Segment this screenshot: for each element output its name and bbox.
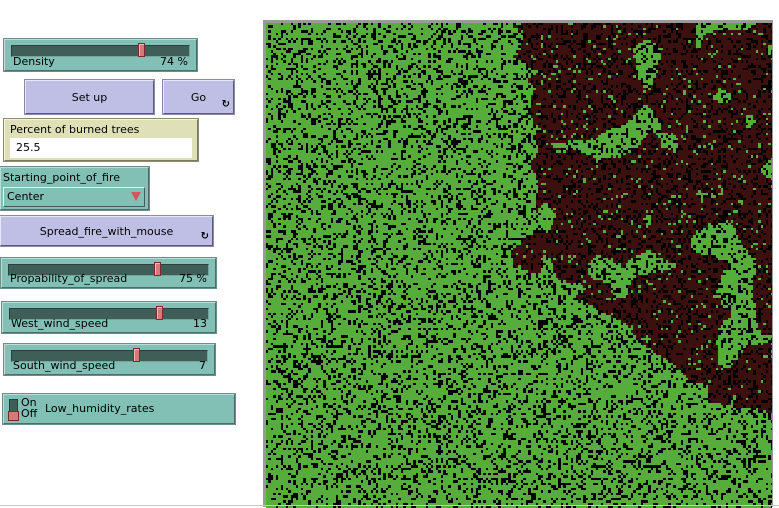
density-label: Density <box>13 55 55 68</box>
switch-label: Low_humidity_rates <box>45 402 155 415</box>
west-wind-label: West_wind_speed <box>11 317 109 330</box>
setup-button[interactable]: Set up <box>24 79 155 115</box>
world-canvas[interactable] <box>266 23 772 508</box>
south-wind-slider-thumb[interactable] <box>132 348 140 362</box>
density-slider[interactable]: Density 74 % <box>3 38 198 72</box>
go-button[interactable]: Go ↻ <box>162 79 235 115</box>
west-wind-value: 13 <box>193 317 207 330</box>
west-wind-speed-slider[interactable]: West_wind_speed 13 <box>1 301 217 334</box>
chooser-selected-value: Center <box>7 190 45 203</box>
south-wind-speed-slider[interactable]: South_wind_speed 7 <box>3 343 216 376</box>
density-value: 74 % <box>160 55 188 68</box>
monitor-label: Percent of burned trees <box>10 123 140 136</box>
switch-knob[interactable] <box>8 411 19 421</box>
west-wind-slider-thumb[interactable] <box>155 306 163 320</box>
propability-slider-thumb[interactable] <box>153 262 161 276</box>
chooser-label: Starting_point_of_fire <box>3 171 121 184</box>
go-button-label: Go <box>190 90 207 104</box>
propability-of-spread-slider[interactable]: Propability_of_spread 75 % <box>0 257 217 289</box>
south-wind-label: South_wind_speed <box>13 359 116 372</box>
spread-button-label: Spread_fire_with_mouse <box>39 224 174 238</box>
burned-trees-monitor: Percent of burned trees 25.5 <box>3 118 199 162</box>
starting-point-chooser[interactable]: Starting_point_of_fire Center <box>0 166 150 211</box>
switch-off-label: Off <box>21 407 38 420</box>
propability-value: 75 % <box>179 272 207 285</box>
forever-arrows-icon: ↻ <box>200 231 209 242</box>
setup-button-label: Set up <box>71 90 108 104</box>
low-humidity-switch[interactable]: On Off Low_humidity_rates <box>2 393 236 425</box>
density-slider-thumb[interactable] <box>138 43 146 57</box>
chooser-dropdown[interactable]: Center <box>3 187 145 207</box>
world-view[interactable] <box>263 20 773 508</box>
monitor-value: 25.5 <box>10 138 192 158</box>
propability-label: Propability_of_spread <box>10 272 128 285</box>
dropdown-arrow-icon[interactable] <box>131 192 141 201</box>
forever-arrows-icon: ↻ <box>221 99 230 110</box>
south-wind-value: 7 <box>199 359 206 372</box>
spread-fire-with-mouse-button[interactable]: Spread_fire_with_mouse ↻ <box>0 215 214 247</box>
bottom-divider <box>0 505 779 506</box>
